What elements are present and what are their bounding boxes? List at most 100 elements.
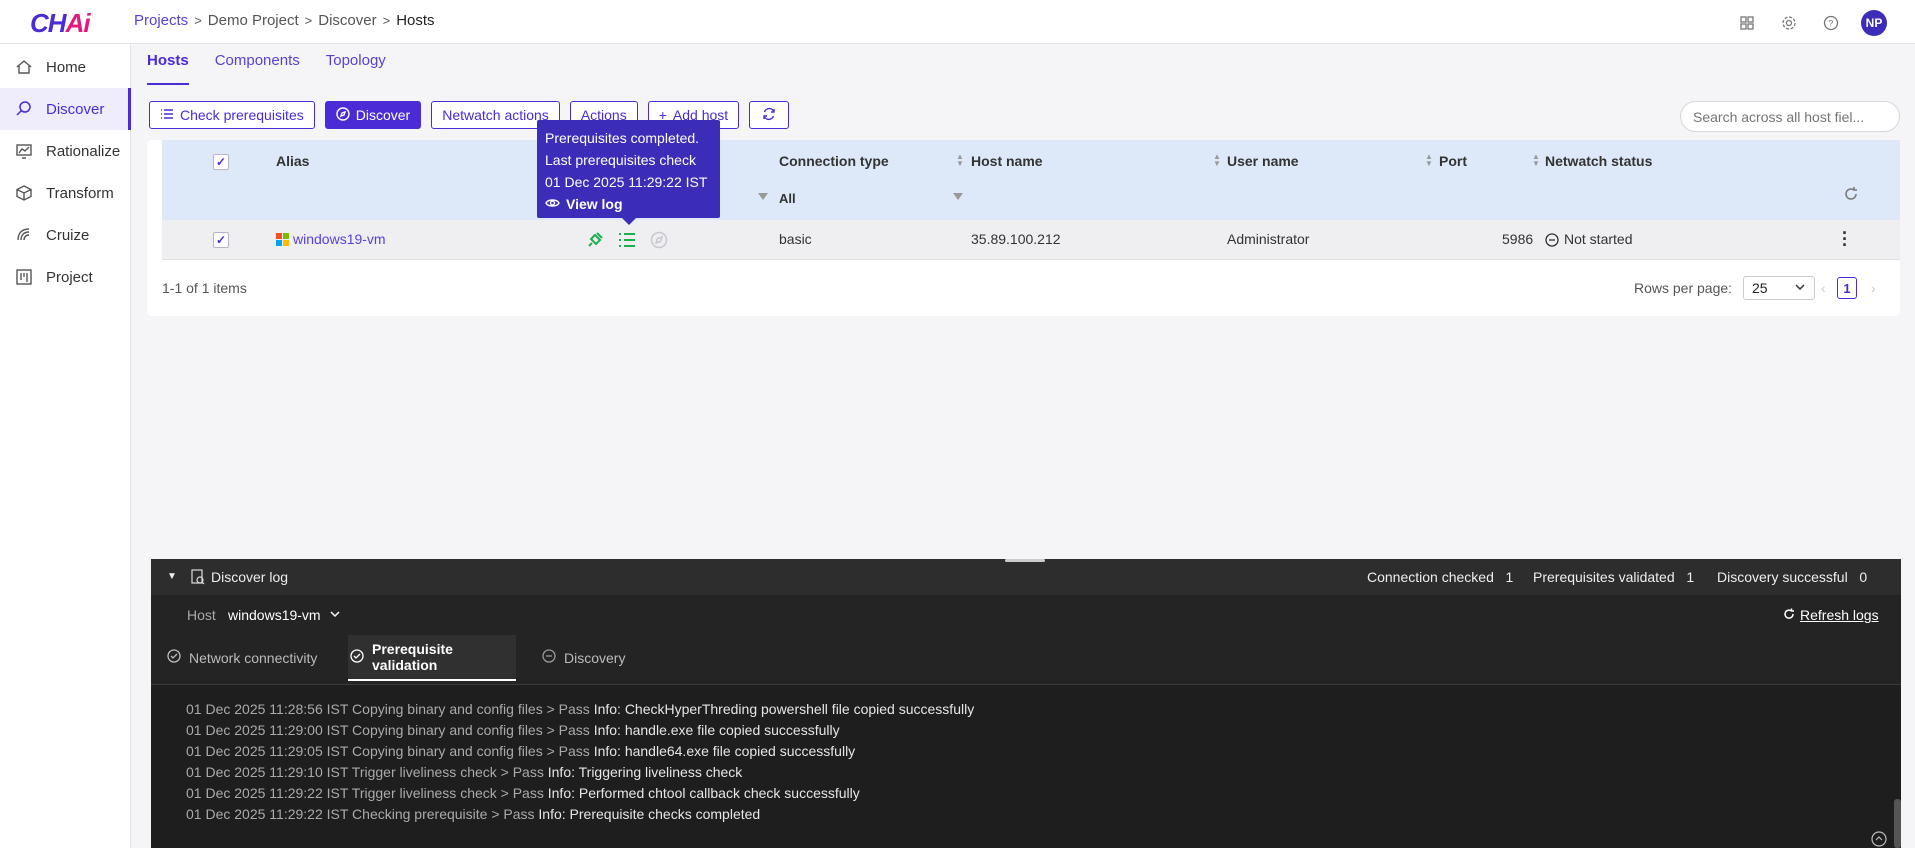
connection-type-filter[interactable]: All bbox=[779, 191, 796, 206]
sort-icon[interactable]: ▲ ▼ bbox=[1213, 153, 1221, 168]
host-alias-link[interactable]: windows19-vm bbox=[293, 231, 386, 247]
log-tabs: Network connectivity Prerequisite valida… bbox=[151, 635, 1901, 685]
select-all-checkbox[interactable]: ✓ bbox=[213, 154, 229, 170]
sort-icon[interactable]: ▲ ▼ bbox=[1532, 153, 1540, 168]
refresh-button[interactable] bbox=[749, 101, 790, 129]
filter-icon[interactable] bbox=[953, 193, 963, 200]
sidebar-item-label: Home bbox=[46, 58, 87, 76]
log-scrollbar[interactable] bbox=[1894, 799, 1901, 848]
table-header: ✓ Alias Connection type ▲ ▼ Host name ▲ ▼ … bbox=[162, 140, 1900, 220]
check-prerequisites-button[interactable]: Check prerequisites bbox=[149, 101, 315, 129]
resize-handle[interactable] bbox=[1005, 559, 1045, 562]
user-avatar[interactable]: NP bbox=[1861, 10, 1887, 36]
host-select[interactable]: windows19-vm bbox=[228, 607, 341, 623]
chevron-right-icon: > bbox=[304, 13, 313, 28]
help-icon[interactable]: ? bbox=[1819, 11, 1843, 35]
log-line: 01 Dec 2025 11:29:05 IST Copying binary … bbox=[186, 743, 856, 759]
table-row[interactable]: ✓ windows19-vm basic 35.89.100.212 Admin… bbox=[162, 220, 1900, 260]
scroll-top-icon[interactable] bbox=[1871, 831, 1887, 848]
cruize-icon bbox=[14, 225, 34, 245]
chevron-down-icon bbox=[329, 607, 341, 623]
eye-icon bbox=[545, 193, 560, 215]
host-name-value: 35.89.100.212 bbox=[971, 231, 1061, 247]
search-input[interactable] bbox=[1680, 101, 1900, 132]
breadcrumb-discover[interactable]: Discover bbox=[318, 12, 376, 29]
tab-discovery[interactable]: Discovery bbox=[542, 649, 625, 666]
gear-icon[interactable] bbox=[1777, 11, 1801, 35]
cube-icon bbox=[14, 183, 34, 203]
sidebar-item-discover[interactable]: Discover bbox=[0, 88, 131, 130]
column-alias[interactable]: Alias bbox=[276, 153, 309, 169]
refresh-logs-link[interactable]: Refresh logs bbox=[1783, 607, 1879, 623]
breadcrumb-demo-project[interactable]: Demo Project bbox=[208, 12, 299, 29]
connection-plug-icon[interactable] bbox=[586, 231, 604, 252]
view-log-link[interactable]: View log bbox=[545, 193, 712, 215]
connection-type-value: basic bbox=[779, 231, 812, 247]
home-icon bbox=[14, 57, 34, 77]
filter-icon[interactable] bbox=[758, 193, 768, 200]
column-host-name[interactable]: Host name bbox=[971, 153, 1043, 169]
sort-icon[interactable]: ▲ ▼ bbox=[956, 153, 964, 168]
column-user-name[interactable]: User name bbox=[1227, 153, 1299, 169]
items-count: 1-1 of 1 items bbox=[162, 280, 247, 296]
sidebar-item-project[interactable]: Project bbox=[0, 256, 130, 298]
hosts-table: ✓ Alias Connection type ▲ ▼ Host name ▲ ▼ … bbox=[147, 140, 1900, 316]
row-checkbox[interactable]: ✓ bbox=[213, 232, 229, 248]
sidebar-item-label: Project bbox=[46, 268, 93, 286]
sidebar-item-transform[interactable]: Transform bbox=[0, 172, 130, 214]
tab-hosts[interactable]: Hosts bbox=[147, 52, 189, 85]
breadcrumb: Projects > Demo Project > Discover > Hos… bbox=[134, 12, 435, 29]
row-menu-icon[interactable]: · · · bbox=[1842, 224, 1848, 254]
reset-columns-icon[interactable] bbox=[1843, 186, 1859, 205]
rows-per-page-select[interactable]: 25 bbox=[1743, 276, 1815, 300]
check-circle-icon bbox=[350, 648, 364, 666]
windows-icon bbox=[276, 233, 289, 249]
tab-prerequisite-validation[interactable]: Prerequisite validation bbox=[348, 635, 516, 681]
breadcrumb-projects[interactable]: Projects bbox=[134, 12, 188, 29]
apps-grid-icon[interactable] bbox=[1735, 11, 1759, 35]
column-connection-type[interactable]: Connection type bbox=[779, 153, 889, 169]
log-line: 01 Dec 2025 11:29:22 IST Trigger livelin… bbox=[186, 785, 860, 801]
breadcrumb-hosts: Hosts bbox=[396, 12, 435, 29]
chevron-right-icon: > bbox=[194, 13, 202, 28]
sidebar-item-label: Rationalize bbox=[46, 142, 121, 160]
compass-icon bbox=[336, 106, 350, 124]
kanban-icon bbox=[14, 267, 34, 287]
log-file-icon bbox=[191, 569, 205, 588]
log-title: Discover log bbox=[211, 569, 289, 585]
page-number[interactable]: 1 bbox=[1837, 277, 1857, 299]
user-name-value: Administrator bbox=[1227, 231, 1310, 247]
sort-icon[interactable]: ▲ ▼ bbox=[1425, 153, 1433, 168]
log-host-bar: Host windows19-vm Refresh logs bbox=[151, 595, 1901, 635]
sidebar-item-label: Transform bbox=[46, 184, 114, 202]
tab-topology[interactable]: Topology bbox=[326, 52, 386, 85]
stat-discovery-successful: Discovery successful 0 bbox=[1717, 569, 1868, 585]
tab-components[interactable]: Components bbox=[215, 52, 300, 85]
app-logo[interactable]: CHAi bbox=[30, 8, 91, 39]
next-page-icon[interactable]: › bbox=[1871, 280, 1876, 296]
chevron-down-icon bbox=[1794, 280, 1806, 296]
top-bar: CHAi Projects > Demo Project > Discover … bbox=[0, 0, 1915, 44]
sidebar-item-rationalize[interactable]: Rationalize bbox=[0, 130, 130, 172]
page-tabs: Hosts Components Topology bbox=[147, 52, 386, 85]
discover-button[interactable]: Discover bbox=[324, 101, 422, 129]
column-port[interactable]: Port bbox=[1439, 153, 1467, 169]
column-netwatch-status[interactable]: Netwatch status bbox=[1545, 153, 1652, 169]
sidebar-item-home[interactable]: Home bbox=[0, 46, 130, 88]
chevron-right-icon: > bbox=[382, 13, 391, 28]
prerequisites-list-icon[interactable] bbox=[618, 231, 636, 252]
sidebar-item-cruize[interactable]: Cruize bbox=[0, 214, 130, 256]
sidebar-item-label: Discover bbox=[46, 100, 105, 118]
prev-page-icon[interactable]: ‹ bbox=[1821, 280, 1826, 296]
rows-per-page-label: Rows per page: bbox=[1634, 280, 1733, 296]
collapse-icon[interactable]: ▼ bbox=[167, 571, 177, 582]
discovery-compass-icon[interactable] bbox=[650, 231, 668, 252]
discover-log-panel: ▼ Discover log Connection checked 1 Prer… bbox=[151, 559, 1901, 848]
tab-network-connectivity[interactable]: Network connectivity bbox=[167, 649, 317, 666]
log-line: 01 Dec 2025 11:28:56 IST Copying binary … bbox=[186, 701, 975, 717]
port-value: 5986 bbox=[1502, 231, 1534, 247]
netwatch-status-value: Not started bbox=[1564, 231, 1633, 247]
stat-prerequisites-validated: Prerequisites validated 1 bbox=[1533, 569, 1695, 585]
log-header: ▼ Discover log Connection checked 1 Prer… bbox=[151, 559, 1901, 595]
svg-text:?: ? bbox=[1828, 19, 1833, 29]
